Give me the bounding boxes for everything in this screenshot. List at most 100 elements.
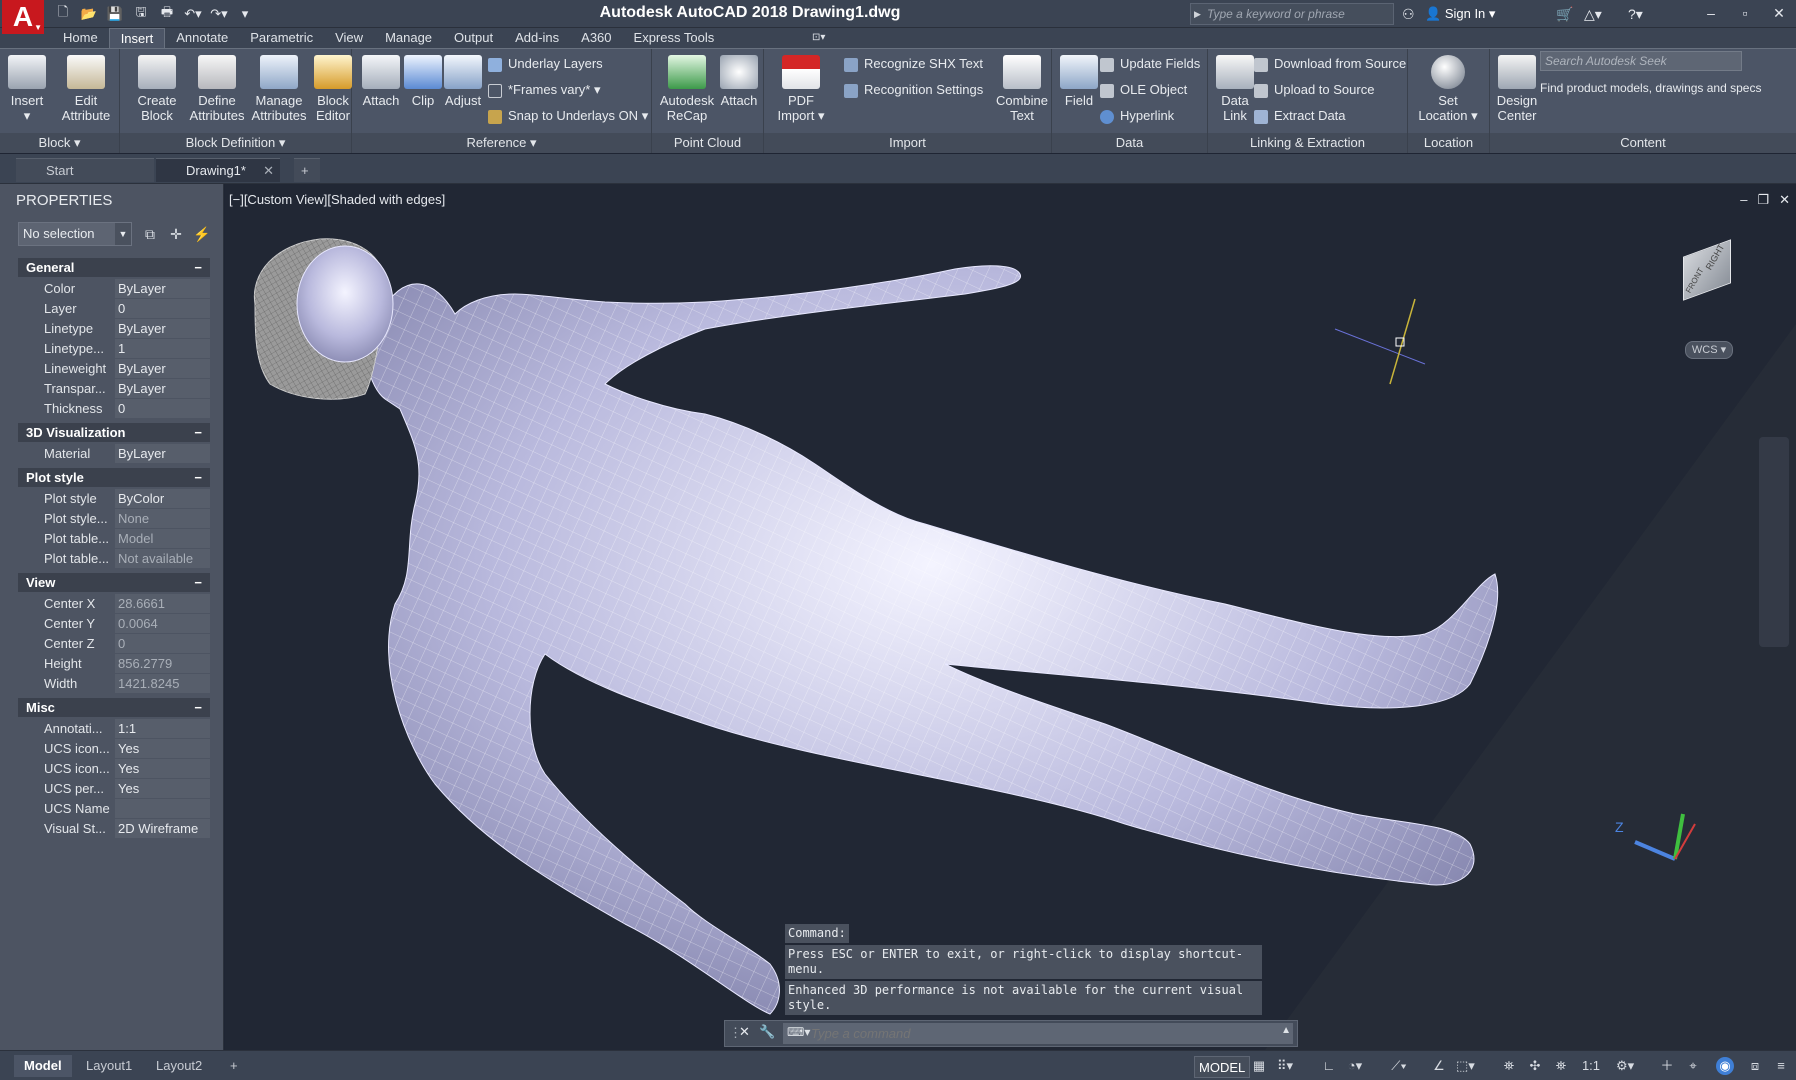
field-button[interactable]: Field [1052, 55, 1106, 108]
annotation-scale-value[interactable]: 1:1 [1576, 1057, 1606, 1075]
edit-attribute-button[interactable]: Edit Attribute [56, 55, 116, 123]
grid-icon[interactable]: ▦ [1250, 1057, 1268, 1075]
cart-icon[interactable]: 🛒 [1556, 3, 1573, 25]
download-from-source-button[interactable]: Download from Source [1254, 53, 1406, 75]
recognize-shx-button[interactable]: Recognize SHX Text [844, 53, 983, 75]
tab-start[interactable]: Start [16, 158, 154, 182]
snap-underlays-dropdown[interactable]: Snap to Underlays ON ▾ [488, 105, 648, 127]
close-button[interactable]: ✕ [1762, 0, 1796, 28]
property-row[interactable]: Center X 28.6661 [18, 594, 210, 614]
select-objects-icon[interactable]: ✛ [166, 224, 186, 244]
property-row[interactable]: Annotati... 1:1 [18, 719, 210, 739]
section-header-view[interactable]: View − [18, 573, 210, 592]
property-value[interactable] [115, 799, 210, 818]
property-row[interactable]: Linetype ByLayer [18, 319, 210, 339]
property-value[interactable]: Yes [115, 779, 210, 798]
drawing-viewport[interactable]: [−][Custom View][Shaded with edges] – ❐ … [225, 184, 1796, 1050]
ribbon-minimize-icon[interactable]: ⊡▾ [812, 32, 825, 43]
property-value[interactable]: 2D Wireframe [115, 819, 210, 838]
panel-title-reference[interactable]: Reference ▾ [352, 133, 651, 153]
open-icon[interactable]: 📂 [78, 3, 100, 25]
property-row[interactable]: Material ByLayer [18, 444, 210, 464]
property-row[interactable]: Plot table... Model [18, 529, 210, 549]
property-value[interactable]: Model [115, 529, 210, 548]
property-row[interactable]: Color ByLayer [18, 279, 210, 299]
layout-tab-model[interactable]: Model [14, 1055, 72, 1077]
underlay-layers-button[interactable]: Underlay Layers [488, 53, 603, 75]
property-row[interactable]: Plot table... Not available [18, 549, 210, 569]
object-snap-icon[interactable]: ⬚▾ [1456, 1057, 1475, 1075]
human-figure-3d-model[interactable] [253, 238, 1499, 1015]
extract-data-button[interactable]: Extract Data [1254, 105, 1346, 127]
property-value[interactable]: ByLayer [115, 444, 210, 463]
section-header-misc[interactable]: Misc − [18, 698, 210, 717]
annotation-visibility-icon[interactable]: ⛯ [1500, 1057, 1518, 1075]
property-value[interactable]: Yes [115, 759, 210, 778]
navigation-bar[interactable] [1759, 437, 1789, 647]
command-close-icon[interactable]: ✕ [739, 1024, 750, 1040]
model-space-button[interactable]: MODEL [1194, 1056, 1251, 1078]
property-value[interactable]: ByLayer [115, 279, 210, 298]
property-value[interactable]: 856.2779 [115, 654, 210, 673]
create-block-button[interactable]: Create Block [130, 55, 184, 123]
property-value[interactable]: 1:1 [115, 719, 210, 738]
recognition-settings-button[interactable]: Recognition Settings [844, 79, 983, 101]
property-value[interactable]: 1421.8245 [115, 674, 210, 693]
property-value[interactable]: ByLayer [115, 359, 210, 378]
workspace-gear-icon[interactable]: ⚙▾ [1616, 1057, 1634, 1075]
command-expand-icon[interactable]: ▲ [1281, 1025, 1291, 1036]
isolate-objects-icon[interactable]: ⌖ [1684, 1057, 1702, 1075]
collapse-icon[interactable]: − [194, 573, 202, 592]
help-icon[interactable]: ?▾ [1628, 3, 1643, 25]
tab-manage[interactable]: Manage [374, 28, 443, 48]
set-location-button[interactable]: Set Location ▾ [1418, 55, 1478, 123]
property-row[interactable]: Plot style... None [18, 509, 210, 529]
add-layout-button[interactable]: + [220, 1055, 248, 1077]
define-attributes-button[interactable]: Define Attributes [186, 55, 248, 123]
combine-text-button[interactable]: Combine Text [992, 55, 1052, 123]
selection-dropdown[interactable]: No selection ▼ [18, 222, 132, 246]
isodraft-icon[interactable]: ⟋▾ [1390, 1057, 1408, 1075]
tab-addins[interactable]: Add-ins [504, 28, 570, 48]
maximize-button[interactable]: ▫ [1728, 0, 1762, 28]
property-row[interactable]: Plot style ByColor [18, 489, 210, 509]
property-row[interactable]: Visual St... 2D Wireframe [18, 819, 210, 839]
saveas-icon[interactable]: 🖫 [130, 3, 152, 25]
auto-scale-icon[interactable]: ✣ [1526, 1057, 1544, 1075]
panel-title-block-definition[interactable]: Block Definition ▾ [120, 133, 351, 153]
tab-home[interactable]: Home [52, 28, 109, 48]
property-value[interactable]: 28.6661 [115, 594, 210, 613]
plus-icon[interactable]: ＋ [1658, 1057, 1676, 1075]
property-value[interactable]: 0 [115, 634, 210, 653]
property-row[interactable]: Transpar... ByLayer [18, 379, 210, 399]
update-fields-button[interactable]: Update Fields [1100, 53, 1200, 75]
property-row[interactable]: UCS icon... Yes [18, 739, 210, 759]
property-row[interactable]: Center Y 0.0064 [18, 614, 210, 634]
tab-view[interactable]: View [324, 28, 374, 48]
upload-to-source-button[interactable]: Upload to Source [1254, 79, 1374, 101]
command-customize-icon[interactable]: 🔧 [759, 1024, 775, 1040]
section-header-3d-visualization[interactable]: 3D Visualization − [18, 423, 210, 442]
autodesk-a360-icon[interactable]: △▾ [1584, 3, 1602, 25]
polar-tracking-icon[interactable]: ◔▾ [1346, 1057, 1364, 1075]
tab-a360[interactable]: A360 [570, 28, 622, 48]
collapse-icon[interactable]: − [194, 698, 202, 717]
wcs-menu[interactable]: WCS ▾ [1685, 341, 1733, 359]
save-icon[interactable]: 💾 [104, 3, 126, 25]
manage-attributes-button[interactable]: Manage Attributes [246, 55, 312, 123]
autodesk-seek-search-input[interactable]: Search Autodesk Seek [1540, 51, 1742, 71]
property-value[interactable]: Yes [115, 739, 210, 758]
close-tab-icon[interactable]: ✕ [263, 159, 274, 183]
collapse-icon[interactable]: − [194, 258, 202, 277]
snap-mode-icon[interactable]: ⠿▾ [1276, 1057, 1294, 1075]
hardware-acceleration-icon[interactable]: ◉ [1716, 1057, 1734, 1075]
new-icon[interactable]: 🗋 [52, 3, 74, 25]
panel-title-block[interactable]: Block ▾ [0, 133, 119, 153]
property-row[interactable]: Width 1421.8245 [18, 674, 210, 694]
redo-icon[interactable]: ↷▾ [208, 3, 230, 25]
insert-button[interactable]: Insert ▾ [0, 55, 54, 123]
property-value[interactable]: 0.0064 [115, 614, 210, 633]
property-value[interactable]: 0 [115, 399, 210, 418]
keyword-search-input[interactable]: ▶ Type a keyword or phrase [1190, 3, 1394, 25]
adjust-button[interactable]: Adjust [436, 55, 490, 108]
